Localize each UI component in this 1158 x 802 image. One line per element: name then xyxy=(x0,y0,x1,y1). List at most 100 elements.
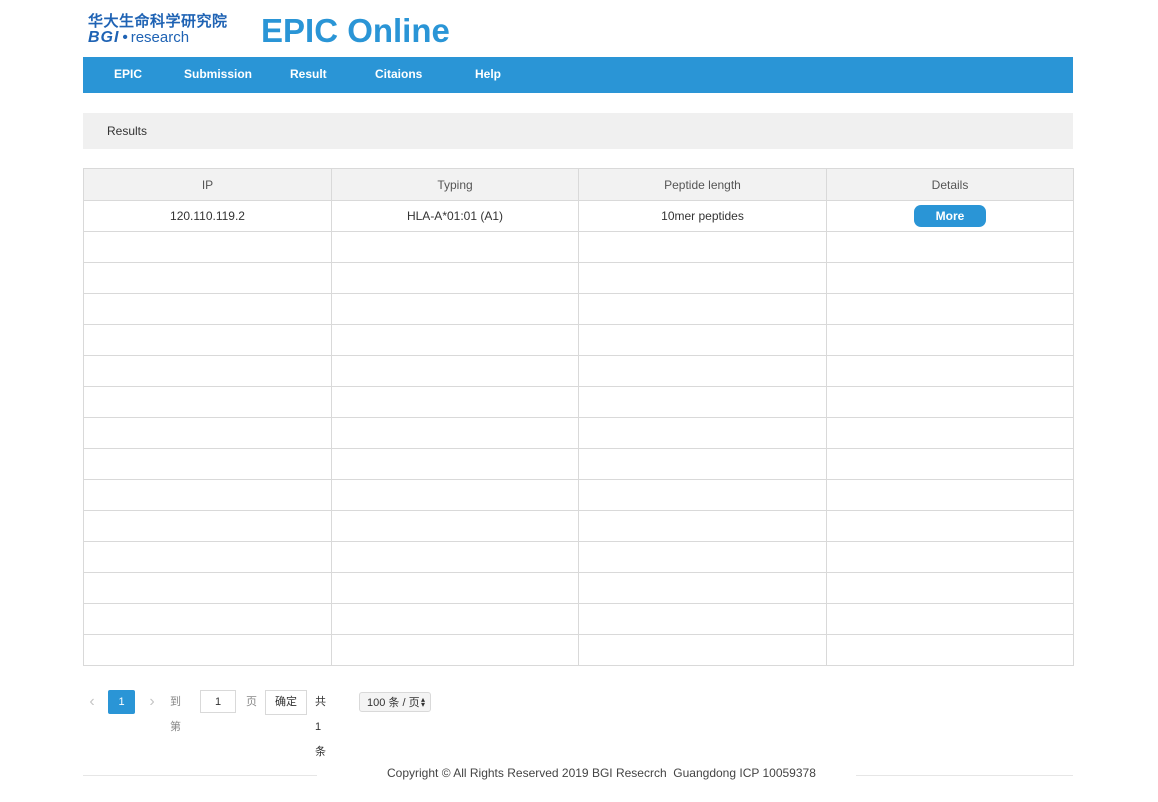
empty-cell xyxy=(331,634,579,666)
empty-cell xyxy=(83,479,332,511)
page-size-value: 100 条 / 页 xyxy=(367,697,420,709)
empty-cell xyxy=(83,541,332,573)
nav-item-submission[interactable]: Submission xyxy=(184,57,252,93)
page-size-select[interactable]: 100 条 / 页 ▴ ▾ xyxy=(359,692,431,712)
empty-cell xyxy=(578,262,827,294)
empty-cell xyxy=(826,510,1074,542)
table-row-empty xyxy=(83,231,1074,263)
column-header-typing: Typing xyxy=(331,168,579,201)
nav-item-citaions[interactable]: Citaions xyxy=(375,57,422,93)
footer-divider-right xyxy=(856,775,1073,776)
table-row-empty xyxy=(83,479,1074,511)
empty-cell xyxy=(83,510,332,542)
table-row-empty xyxy=(83,293,1074,325)
cell-peptide-length: 10mer peptides xyxy=(578,200,827,232)
empty-cell xyxy=(578,448,827,480)
empty-cell xyxy=(826,634,1074,666)
empty-cell xyxy=(826,417,1074,449)
table-row-empty xyxy=(83,448,1074,480)
empty-cell xyxy=(83,293,332,325)
empty-cell xyxy=(826,324,1074,356)
empty-cell xyxy=(331,448,579,480)
column-header-peptide-length: Peptide length xyxy=(578,168,827,201)
empty-cell xyxy=(826,231,1074,263)
cell-typing: HLA-A*01:01 (A1) xyxy=(331,200,579,232)
chevron-right-icon[interactable]: › xyxy=(143,690,161,715)
main-nav: EPIC Submission Result Citaions Help xyxy=(83,57,1073,93)
empty-cell xyxy=(578,479,827,511)
table-row-empty xyxy=(83,510,1074,542)
empty-cell xyxy=(83,355,332,387)
footer-copyright: Copyright © All Rights Reserved 2019 BGI… xyxy=(387,766,816,780)
empty-cell xyxy=(331,541,579,573)
empty-cell xyxy=(331,572,579,604)
empty-cell xyxy=(826,262,1074,294)
table-row-empty xyxy=(83,386,1074,418)
empty-cell xyxy=(331,231,579,263)
empty-cell xyxy=(578,231,827,263)
site-title: EPIC Online xyxy=(261,12,450,49)
column-header-ip: IP xyxy=(83,168,332,201)
select-caret-icon: ▴ ▾ xyxy=(420,695,425,709)
empty-cell xyxy=(331,262,579,294)
empty-cell xyxy=(331,324,579,356)
nav-item-help[interactable]: Help xyxy=(475,57,501,93)
empty-cell xyxy=(331,355,579,387)
logo-en-text: BGI • research xyxy=(88,29,190,46)
empty-cell xyxy=(826,448,1074,480)
goto-label: 到第 xyxy=(170,696,181,733)
footer-divider-left xyxy=(83,775,317,776)
nav-item-epic[interactable]: EPIC xyxy=(114,57,142,93)
chevron-left-icon[interactable]: ‹ xyxy=(83,690,101,715)
table-row-empty xyxy=(83,417,1074,449)
more-button[interactable]: More xyxy=(914,205,986,227)
goto-page-input[interactable] xyxy=(200,690,236,713)
table-row-empty xyxy=(83,324,1074,356)
empty-cell xyxy=(578,417,827,449)
empty-cell xyxy=(578,634,827,666)
table-row-empty xyxy=(83,355,1074,387)
confirm-button[interactable]: 确定 xyxy=(265,690,307,715)
empty-cell xyxy=(83,231,332,263)
nav-item-result[interactable]: Result xyxy=(290,57,327,93)
empty-cell xyxy=(578,386,827,418)
breadcrumb-label: Results xyxy=(107,124,148,138)
bgi-research-logo: 华大生命科学研究院 BGI • research xyxy=(88,14,228,46)
empty-cell xyxy=(578,541,827,573)
empty-cell xyxy=(83,386,332,418)
cell-ip: 120.110.119.2 xyxy=(83,200,332,232)
table-row-empty xyxy=(83,262,1074,294)
empty-cell xyxy=(826,479,1074,511)
empty-cell xyxy=(83,262,332,294)
empty-cell xyxy=(578,293,827,325)
column-header-details: Details xyxy=(826,168,1074,201)
empty-cell xyxy=(826,386,1074,418)
empty-cell xyxy=(826,541,1074,573)
empty-cell xyxy=(331,386,579,418)
empty-cell xyxy=(331,510,579,542)
cell-details: More xyxy=(826,200,1074,232)
empty-cell xyxy=(331,603,579,635)
empty-cell xyxy=(83,324,332,356)
results-table: IP Typing Peptide length Details 120.110… xyxy=(83,168,1074,666)
table-row-empty xyxy=(83,603,1074,635)
empty-cell xyxy=(578,572,827,604)
empty-cell xyxy=(83,634,332,666)
logo-cn-text: 华大生命科学研究院 xyxy=(88,13,228,30)
table-row-empty xyxy=(83,572,1074,604)
table-row-empty xyxy=(83,634,1074,666)
empty-cell xyxy=(83,572,332,604)
table-header-row: IP Typing Peptide length Details xyxy=(83,168,1074,201)
empty-cell xyxy=(578,355,827,387)
table-row-empty xyxy=(83,541,1074,573)
empty-cell xyxy=(578,510,827,542)
empty-cell xyxy=(578,603,827,635)
empty-cell xyxy=(826,293,1074,325)
empty-cell xyxy=(826,572,1074,604)
empty-cell xyxy=(578,324,827,356)
breadcrumb: Results xyxy=(83,113,1073,149)
page-button-current[interactable]: 1 xyxy=(108,690,135,714)
empty-cell xyxy=(83,417,332,449)
empty-cell xyxy=(83,603,332,635)
empty-cell xyxy=(331,479,579,511)
